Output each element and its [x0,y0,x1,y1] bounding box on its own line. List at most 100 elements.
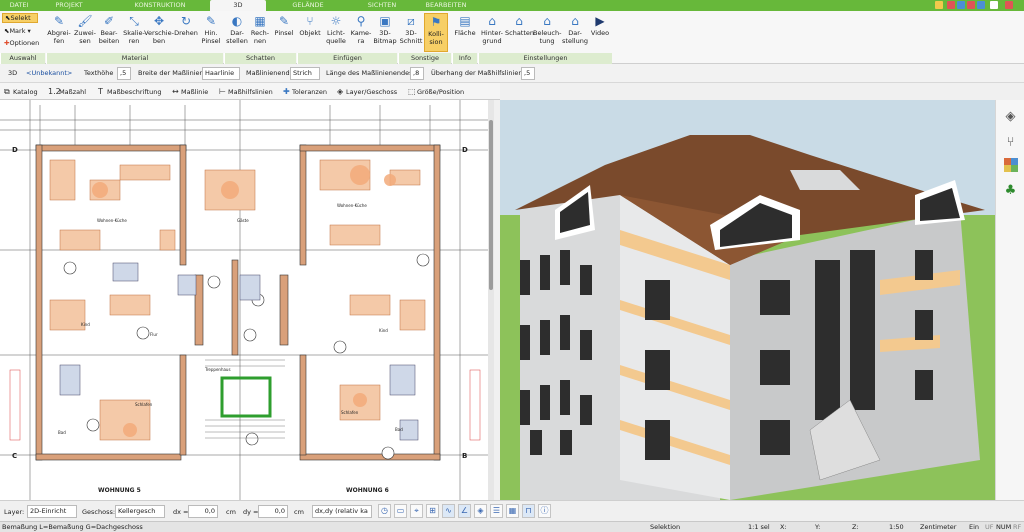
toleranzen-button[interactable]: ✚ Toleranzen [283,85,327,98]
snap-angle-icon[interactable]: ∠ [458,504,471,518]
quick-icon[interactable] [935,1,943,9]
extension-line-icon: ⊢ [219,87,226,96]
massbeschriftung-button[interactable]: T Maßbeschriftung [98,85,161,98]
background-icon: ⌂ [488,14,496,28]
3d-schnitt-button[interactable]: ⧄ 3D- Schnitt [398,13,424,52]
tree-icon[interactable]: ♣ [1002,182,1019,199]
texthoehe-input[interactable]: ,5 [117,67,131,80]
snap-grid-icon[interactable]: ⊞ [426,504,439,518]
kamera-button[interactable]: ⚲ Kame- ra [348,13,374,52]
tab-datei[interactable]: DATEI [0,0,38,11]
room-label: Kind [379,328,388,333]
selekt-button[interactable]: ⬉Selekt [2,13,38,23]
tab-projekt[interactable]: PROJEKT [43,0,95,11]
section-icon: ⧄ [407,14,415,28]
pinsel-button[interactable]: ✎ Pinsel [271,13,297,52]
status-selection: Selektion [650,523,681,531]
groesse-position-button[interactable]: ⬚Größe/Position [408,85,464,98]
info-icon[interactable]: ⓘ [538,504,551,518]
tab-konstruktion[interactable]: KONSTRUKTION [110,0,210,11]
masshilfslinien-button[interactable]: ⊢ Maßhilfslinien [219,85,273,98]
schatten-button[interactable]: ⌂ Schatten [505,13,534,52]
flaeche-button[interactable]: ▤ Fläche [452,13,478,52]
3d-bitmap-button[interactable]: ▣ 3D- Bitmap [372,13,398,52]
zuweisen-button[interactable]: 🖌 Zuwei- sen [72,13,98,52]
layer-geschoss-button[interactable]: ◈ Layer/Geschoss [337,85,397,98]
abgreifen-button[interactable]: ✎ Abgrei- fen [46,13,72,52]
objekt-label: Objekt [299,29,321,37]
snap-icon[interactable]: ⌖ [410,504,423,518]
floor-plan-view[interactable]: Wohnen-Küche Wohnen-Küche Gäste Kind Flu… [0,100,492,500]
quick-icon[interactable] [957,1,965,9]
magnet-icon[interactable]: ⊓ [522,504,535,518]
breite-label: Breite der Maßlinien [138,69,204,77]
close-icon[interactable] [1005,1,1013,9]
laenge-input[interactable]: ,8 [410,67,424,80]
beleuchtung-button[interactable]: ⌂ Beleuch- tung [533,13,561,52]
quick-icon[interactable] [967,1,975,9]
right-side-panel: ◈ ⑂ ♣ [995,100,1024,500]
coordinate-mode-select[interactable]: dx,dy (relativ ka [312,505,372,518]
dy-input[interactable]: 0,0 [258,505,288,518]
3d-view[interactable] [500,100,995,500]
optionen-button[interactable]: ✚Optionen [2,38,44,48]
axis-label: B [462,452,468,460]
tab-sichten[interactable]: SICHTEN [350,0,414,11]
masslinie-button[interactable]: ↔ Maßlinie [172,85,208,98]
texthoehe-label: Texthöhe [84,69,114,77]
tab-gelaende[interactable]: GELÄNDE [268,0,348,11]
plan-scroll-thumb[interactable] [489,120,493,290]
ueberhang-input[interactable]: ,5 [521,67,535,80]
group-einfuegen: Einfügen [297,53,397,64]
masszahl-button[interactable]: 1.2 Maßzahl [48,85,86,98]
hin-pinsel-button[interactable]: ✎ Hin. Pinsel [198,13,224,52]
breite-dropdown[interactable]: Haarlinie [202,67,240,80]
darstellung-button[interactable]: ⌂ Dar- stellung [561,13,589,52]
katalog-button[interactable]: ⧉ Katalog [4,85,38,98]
massende-label: Maßlinienende [246,69,294,77]
help-icon[interactable] [990,1,998,9]
bearbeiten-button[interactable]: ✐ Bear- beiten [96,13,122,52]
layers-icon[interactable]: ◈ [1002,108,1019,125]
room-label: Bad [58,430,66,435]
dx-input[interactable]: 0,0 [188,505,218,518]
hintergrund-button[interactable]: ⌂ Hinter- grund [478,13,506,52]
drehen-button[interactable]: ↻ Drehen [173,13,199,52]
monitor-icon[interactable]: ▭ [394,504,407,518]
quick-icon[interactable] [977,1,985,9]
calculate-icon: ▦ [254,14,266,28]
massende-dropdown[interactable]: Strich [290,67,320,80]
bottom-toolbar: Layer: 2D-Einricht Geschoss: Kellergesch… [0,500,1024,521]
geschoss-select[interactable]: Kellergesch [115,505,165,518]
tab-bearbeiten[interactable]: BEARBEITEN [414,0,478,11]
kollision-button[interactable]: ⚑ Kolli- sion [424,13,448,52]
eyedropper-icon: ✎ [53,14,65,28]
status-uf: UF [985,523,994,531]
darstellen-label: Dar- stellen [226,29,248,45]
video-button[interactable]: ▶ Video [587,13,613,52]
quick-icon[interactable] [947,1,955,9]
room-label: Treppenhaus [205,367,231,372]
masshilfslinien-label: Maßhilfslinien [228,88,273,96]
material-palette-icon[interactable] [1002,158,1019,175]
layer-view-icon[interactable]: ◈ [474,504,487,518]
snap-curve-icon[interactable]: ∿ [442,504,455,518]
status-bar: Bemaßung L=Bemaßung G=Dachgeschoss Selek… [0,521,1024,532]
layer-dropdown[interactable]: <Unbekannt> [26,68,72,79]
clock-icon[interactable]: ◷ [378,504,391,518]
objekt-button[interactable]: ⑂ Objekt [297,13,323,52]
kollision-label: Kolli- sion [428,30,444,46]
verschieben-button[interactable]: ✥ Verschie- ben [144,13,174,52]
status-hint: Bemaßung L=Bemaßung G=Dachgeschoss [2,523,143,531]
group-material: Material [46,53,223,64]
list-icon[interactable]: ☰ [490,504,503,518]
grid-icon[interactable]: ▦ [506,504,519,518]
mark-button[interactable]: ⬉Mark ▾ [2,26,40,36]
furniture-icon[interactable]: ⑂ [1002,134,1019,151]
lichtquelle-button[interactable]: ☼ Licht- quelle [323,13,349,52]
status-scale: 1:50 [889,523,904,531]
tab-3d[interactable]: 3D [210,0,266,11]
layer-select[interactable]: 2D-Einricht [27,505,77,518]
rechnen-button[interactable]: ▦ Rech- nen [247,13,273,52]
hintergrund-label: Hinter- grund [481,29,503,45]
